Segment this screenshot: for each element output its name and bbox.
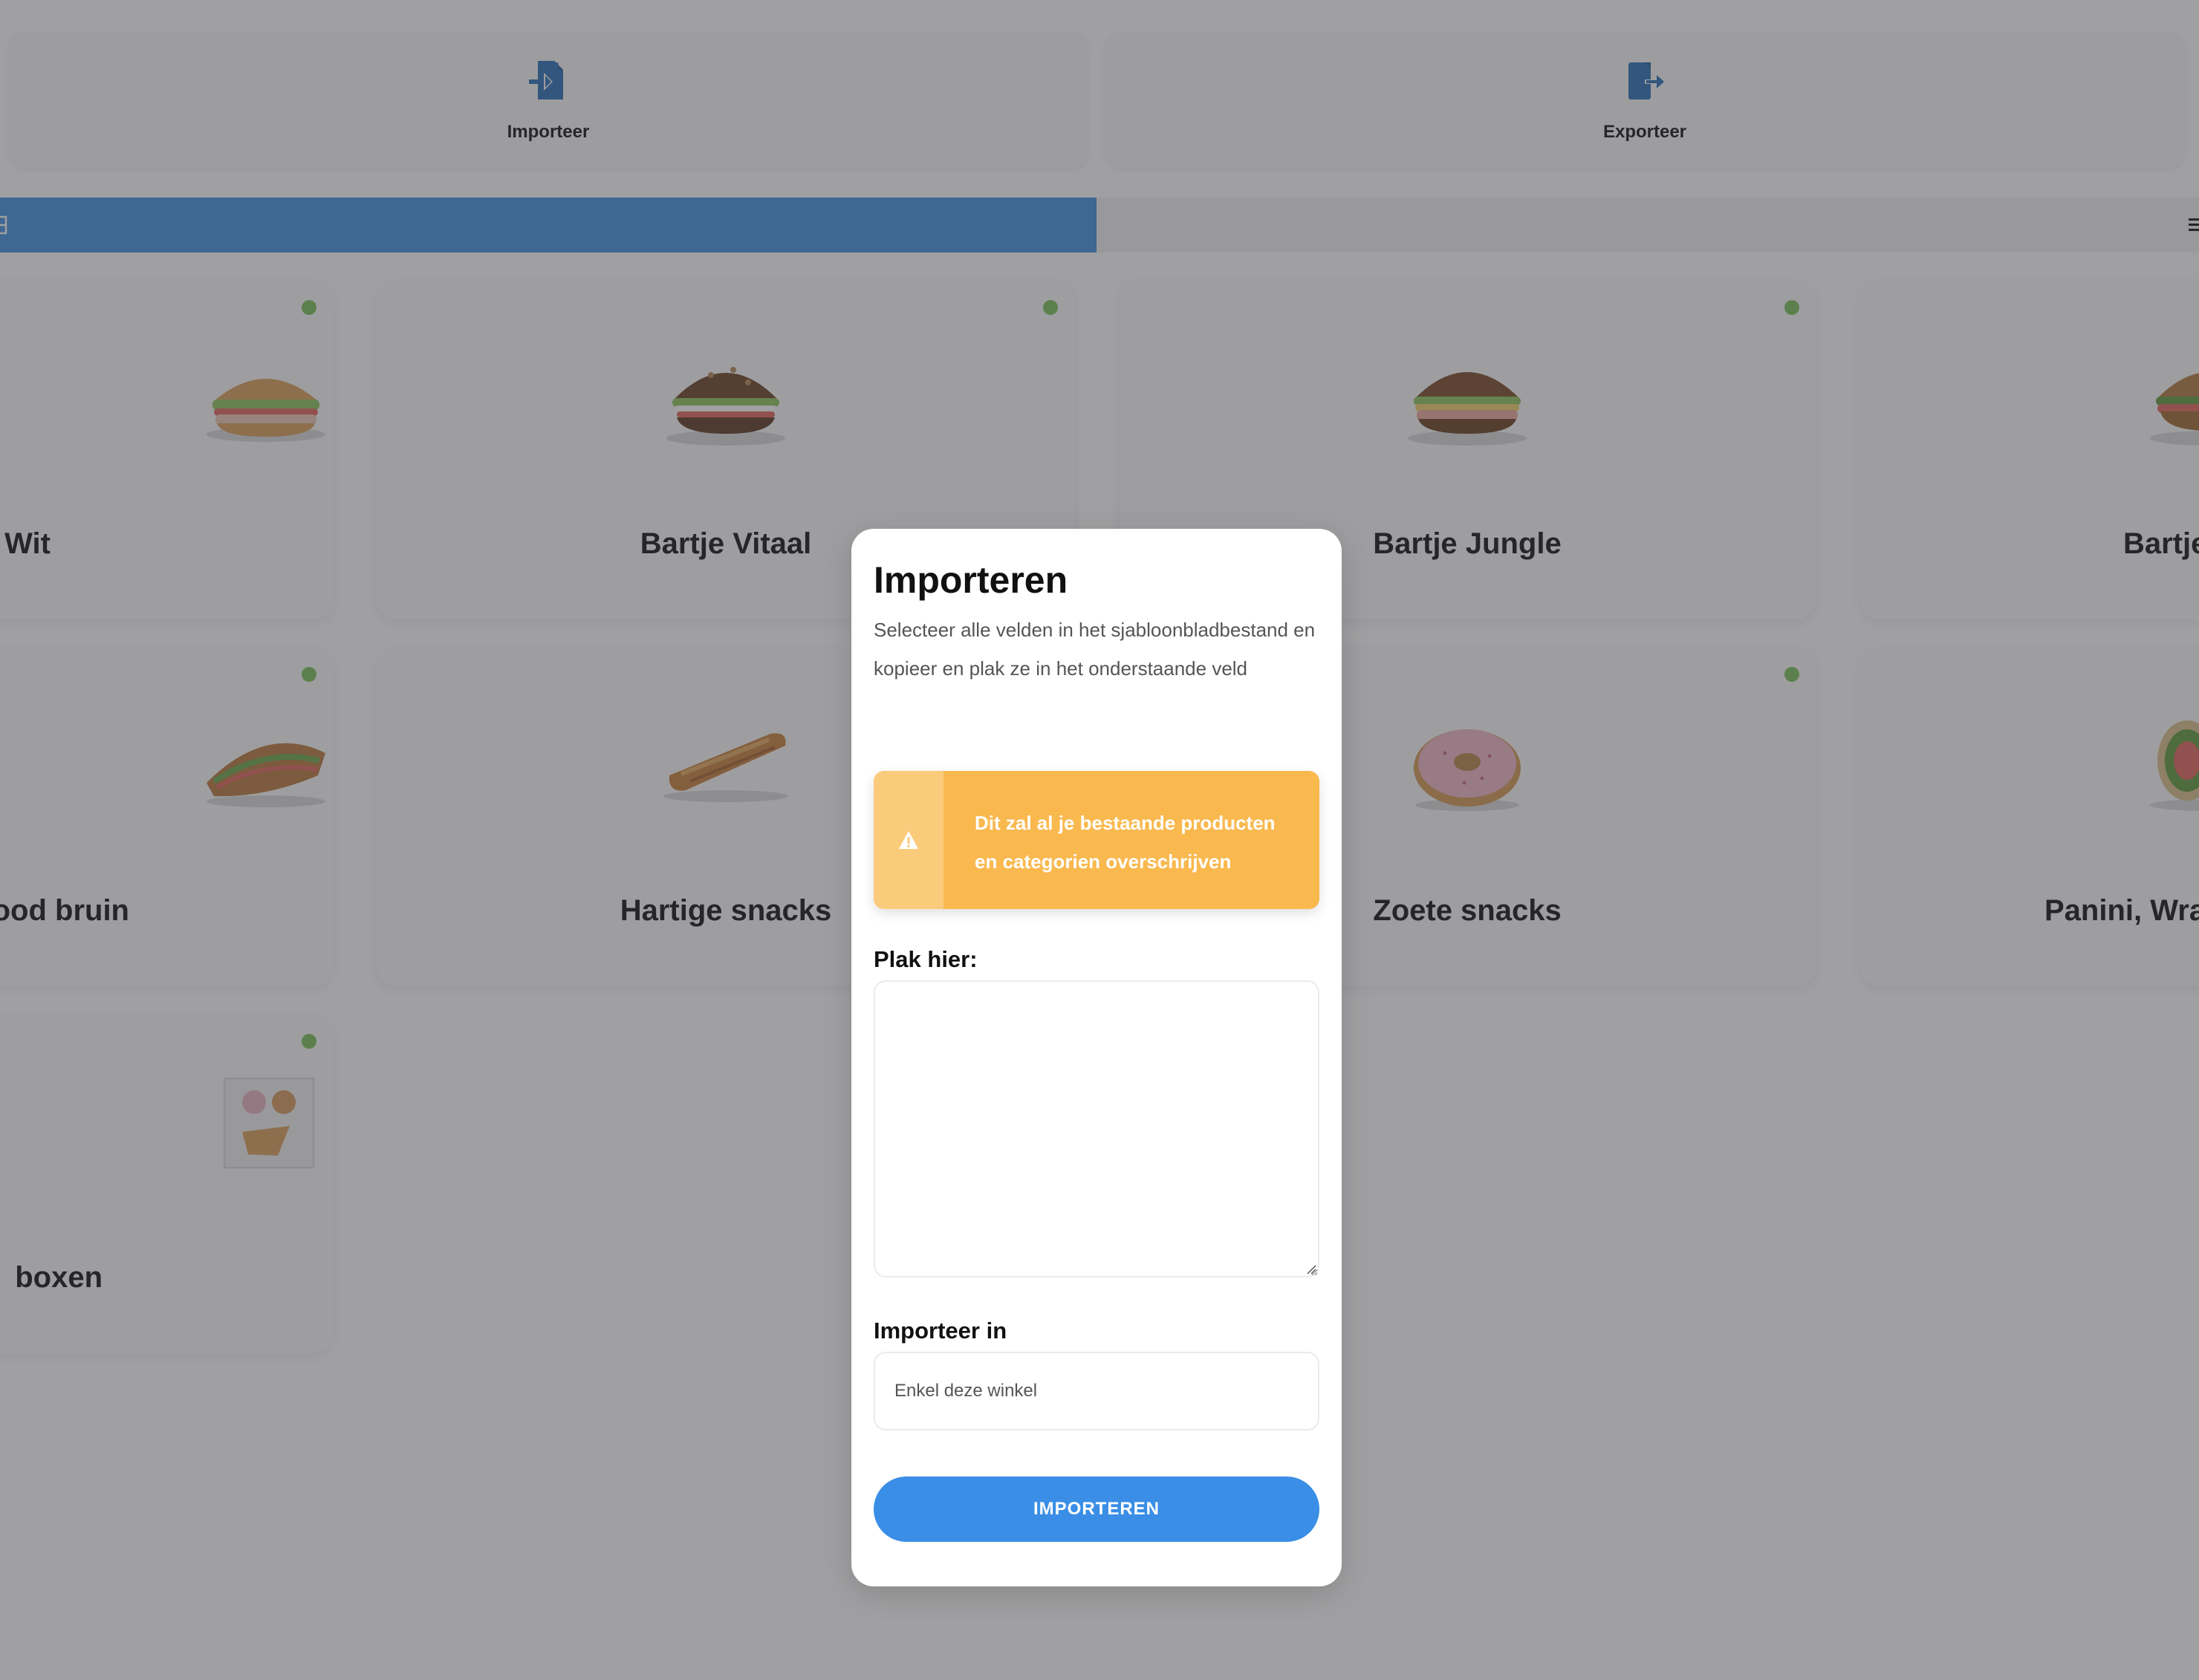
alert-side [874,771,943,909]
modal-title: Importeren [874,559,1068,601]
import-submit-button[interactable]: IMPORTEREN [874,1476,1319,1542]
modal-description: Selecteer alle velden in het sjabloonbla… [874,619,1316,680]
import-target-label: Importeer in [874,1318,1007,1344]
paste-textarea[interactable] [874,980,1319,1277]
import-target-select[interactable]: Enkel deze winkel [874,1352,1319,1430]
resize-grip-icon[interactable] [1306,1264,1316,1274]
warning-text: Dit zal al je bestaande producten en cat… [975,812,1276,873]
import-target-value: Enkel deze winkel [894,1381,1038,1401]
warning-alert: Dit zal al je bestaande producten en cat… [874,771,1319,909]
warning-icon [899,831,918,849]
page: Importeer Exporteer Wit Bartje Vitaal Ba… [0,0,2199,1680]
import-modal: Importeren Selecteer alle velden in het … [851,529,1342,1586]
paste-label: Plak hier: [874,946,978,972]
